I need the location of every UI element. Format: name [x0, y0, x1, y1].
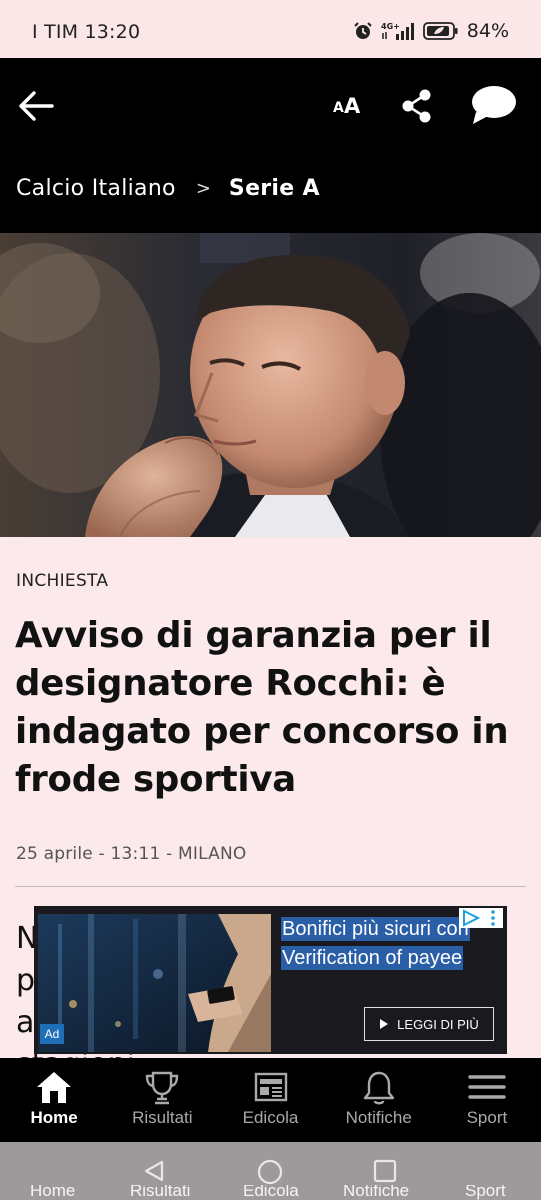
nav-edicola-label: Edicola	[242, 1108, 299, 1127]
breadcrumb: Calcio Italiano > Serie A	[16, 176, 320, 201]
nav-labels-ghost: Home Risultati Edicola Notifiche Sport	[0, 1185, 541, 1200]
ad-headline-text: Bonifici più sicuri con Verification of …	[281, 917, 470, 970]
ad-headline: Bonifici più sicuri con Verification of …	[281, 915, 483, 973]
share-icon[interactable]	[400, 88, 434, 124]
nav-sport-label: Sport	[466, 1108, 508, 1127]
battery-percent: 84%	[466, 20, 509, 42]
newspaper-icon	[254, 1072, 287, 1102]
nav-notifiche[interactable]: Notifiche	[325, 1058, 433, 1142]
text-size-large-glyph: A	[344, 94, 361, 118]
nav-home[interactable]: Home	[0, 1058, 108, 1142]
divider	[15, 886, 526, 887]
ghost-label: Edicola	[243, 1185, 299, 1200]
nav-risultati-label: Risultati	[132, 1108, 193, 1127]
ad-cta-button[interactable]: LEGGI DI PIÙ	[364, 1007, 494, 1041]
bell-icon	[363, 1071, 394, 1105]
article-headline: Avviso di garanzia per il designatore Ro…	[15, 615, 509, 800]
app-bar: A A Calcio Italiano > Serie A	[0, 58, 541, 233]
adchoices-icon[interactable]	[459, 908, 503, 928]
ad-cta-label: LEGGI DI PIÙ	[397, 1016, 479, 1032]
article-meta: 25 aprile - 13:11 - MILANO	[16, 844, 247, 864]
nav-edicola[interactable]: Edicola	[216, 1058, 324, 1142]
carrier-time: I TIM 13:20	[32, 21, 141, 43]
status-icons: 4G+ 84%	[353, 20, 509, 42]
text-size-small-glyph: A	[333, 100, 344, 116]
back-triangle-icon[interactable]	[142, 1159, 166, 1183]
home-circle-icon[interactable]	[257, 1159, 283, 1185]
nav-home-label: Home	[30, 1108, 78, 1127]
system-nav-bar: Home Risultati Edicola Notifiche Sport	[0, 1142, 541, 1200]
hero-image	[0, 233, 541, 537]
ghost-label: Sport	[465, 1185, 506, 1200]
back-arrow-icon[interactable]	[16, 87, 56, 125]
status-bar: I TIM 13:20 4G+ 84%	[0, 0, 541, 58]
play-icon	[380, 1019, 389, 1029]
ad-banner[interactable]: Bonifici più sicuri con Verification of …	[34, 906, 507, 1054]
bottom-nav: Home Risultati Edicola Notifiche Sport	[0, 1058, 541, 1142]
trophy-icon	[146, 1071, 179, 1105]
chevron-right-icon: >	[195, 178, 211, 199]
ghost-label: Risultati	[130, 1185, 191, 1200]
hero-photo	[0, 233, 541, 537]
breadcrumb-serie-a[interactable]: Serie A	[229, 176, 320, 201]
article-screen: I TIM 13:20 4G+ 84% A A Calcio Italiano …	[0, 0, 541, 1200]
home-icon	[37, 1072, 72, 1103]
ad-image	[38, 914, 271, 1052]
comment-bubble-icon[interactable]	[470, 84, 518, 126]
breadcrumb-calcio-italiano[interactable]: Calcio Italiano	[16, 176, 176, 201]
network-type: 4G+	[381, 22, 400, 31]
alarm-icon	[354, 22, 372, 39]
battery-icon	[422, 22, 458, 40]
nav-risultati[interactable]: Risultati	[108, 1058, 216, 1142]
signal-icon: 4G+	[381, 22, 414, 40]
article-kicker: INCHIESTA	[16, 571, 109, 591]
text-size-button[interactable]: A A	[330, 91, 364, 121]
recents-square-icon[interactable]	[373, 1159, 397, 1183]
ghost-label: Notifiche	[343, 1185, 410, 1200]
nav-notifiche-label: Notifiche	[345, 1108, 412, 1127]
ad-badge: Ad	[40, 1024, 64, 1044]
menu-icon	[468, 1075, 506, 1099]
ghost-label: Home	[30, 1185, 76, 1200]
nav-sport[interactable]: Sport	[433, 1058, 541, 1142]
